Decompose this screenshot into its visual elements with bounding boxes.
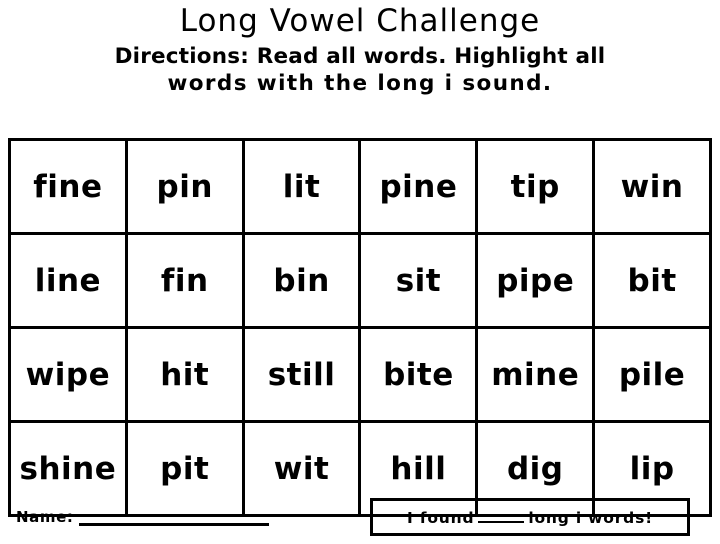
table-row: wipe hit still bite mine pile — [8, 326, 712, 423]
page-title: Long Vowel Challenge — [179, 3, 541, 39]
word-cell[interactable]: mine — [475, 326, 596, 423]
name-field-group: Name: — [16, 508, 270, 526]
word-cell[interactable]: bin — [241, 232, 362, 329]
name-input-line[interactable] — [79, 509, 270, 526]
word-cell[interactable]: bit — [592, 232, 712, 329]
word-cell[interactable]: line — [8, 232, 128, 329]
worksheet-footer: Name: I found long i words! — [0, 494, 720, 544]
word-cell[interactable]: hit — [124, 326, 245, 423]
directions-text: Directions: Read all words. Highlight al… — [18, 44, 702, 98]
word-cell[interactable]: pipe — [475, 232, 596, 329]
word-cell[interactable]: pine — [358, 138, 479, 235]
word-cell[interactable]: fin — [124, 232, 245, 329]
word-cell[interactable]: lit — [241, 138, 362, 235]
word-cell[interactable]: win — [592, 138, 712, 235]
worksheet-page: Long Vowel Challenge Directions: Read al… — [0, 4, 720, 544]
word-cell[interactable]: sit — [358, 232, 479, 329]
name-label: Name: — [16, 508, 74, 526]
table-row: fine pin lit pine tip win — [8, 138, 712, 235]
found-count-box: I found long i words! — [370, 498, 690, 536]
word-cell[interactable]: pin — [124, 138, 245, 235]
word-cell[interactable]: tip — [475, 138, 596, 235]
found-count-text: I found long i words! — [407, 508, 653, 527]
word-cell[interactable]: fine — [8, 138, 128, 235]
table-row: line fin bin sit pipe bit — [8, 232, 712, 329]
word-grid-container: fine pin lit pine tip win line fin bin s… — [8, 138, 712, 517]
word-grid: fine pin lit pine tip win line fin bin s… — [8, 138, 712, 517]
found-suffix-label: long i words! — [528, 508, 653, 527]
word-cell[interactable]: bite — [358, 326, 479, 423]
found-prefix-label: I found — [407, 508, 475, 527]
word-cell[interactable]: still — [241, 326, 362, 423]
directions-line-2: words with the long i sound. — [167, 70, 553, 96]
directions-line-1: Directions: Read all words. Highlight al… — [114, 44, 606, 70]
word-cell[interactable]: wipe — [8, 326, 128, 423]
found-count-blank[interactable] — [478, 508, 525, 523]
word-cell[interactable]: pile — [592, 326, 712, 423]
